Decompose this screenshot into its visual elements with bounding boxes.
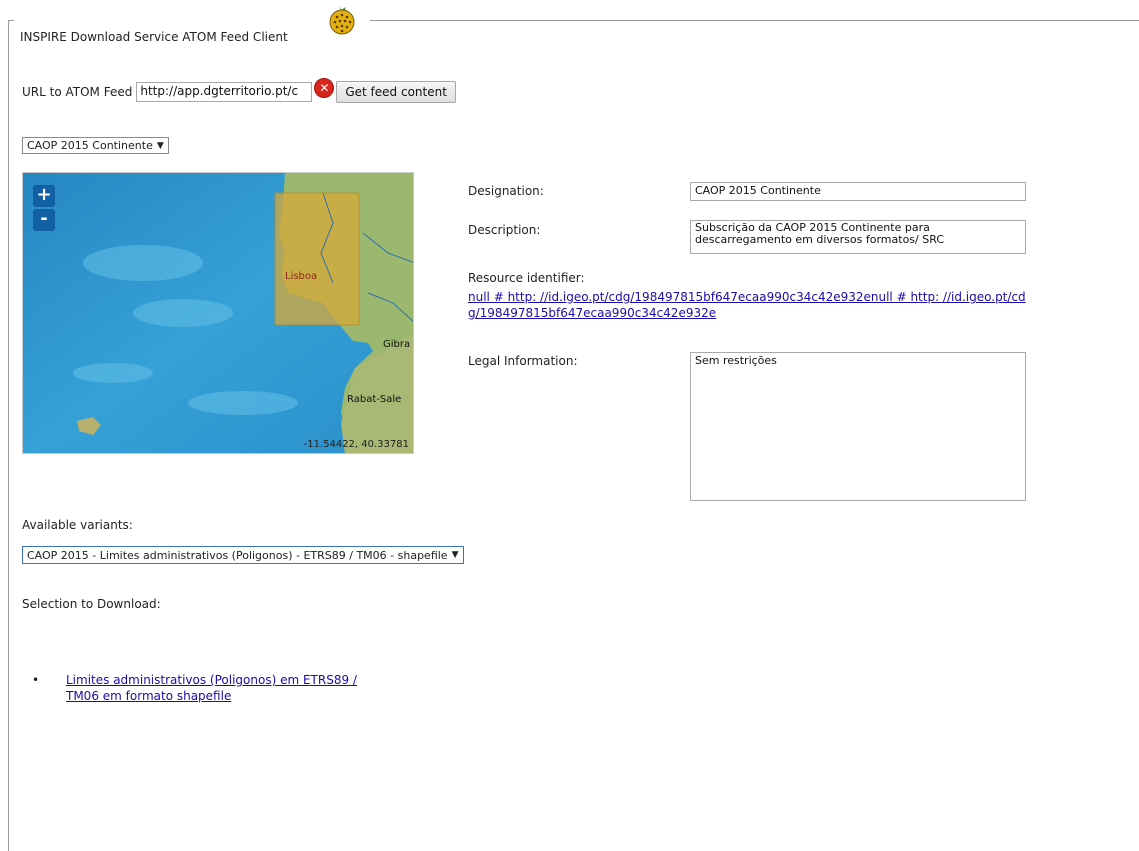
clear-x-icon[interactable]: ✕ (314, 78, 335, 98)
resource-identifier-label: Resource identifier: (468, 271, 585, 285)
dropdown-arrow-icon: ▼ (156, 140, 164, 151)
zoom-out-button[interactable]: - (33, 209, 55, 231)
dropdown-arrow-icon: ▼ (451, 550, 459, 560)
dataset-select[interactable]: CAOP 2015 Continente ▼ (22, 137, 169, 154)
description-field[interactable]: Subscrição da CAOP 2015 Continente para … (690, 220, 1026, 254)
designation-label: Designation: (468, 184, 544, 198)
designation-field[interactable]: CAOP 2015 Continente (690, 182, 1026, 201)
map-label-gibra: Gibra (383, 339, 411, 350)
map-label-rabat: Rabat-Sale (347, 394, 402, 405)
get-feed-content-button[interactable]: Get feed content (336, 81, 456, 103)
globe-logo-icon (329, 6, 355, 35)
page-title: INSPIRE Download Service ATOM Feed Clien… (18, 30, 292, 44)
zoom-controls: + - (33, 185, 57, 233)
download-link[interactable]: Limites administrativos (Poligonos) em E… (48, 672, 386, 704)
available-variants-label: Available variants: (22, 518, 133, 532)
map-viewer[interactable]: + - Lisboa Gibra Rabat-Sale -11.54422, 4… (22, 172, 414, 454)
variant-select-value: CAOP 2015 - Limites administrativos (Pol… (27, 548, 448, 562)
url-label: URL to ATOM Feed (22, 85, 133, 99)
zoom-in-button[interactable]: + (33, 185, 55, 207)
list-item: Limites administrativos (Poligonos) em E… (32, 672, 386, 704)
map-label-lisboa: Lisboa (285, 271, 318, 282)
download-list: Limites administrativos (Poligonos) em E… (32, 672, 386, 704)
map-canvas (23, 173, 413, 453)
dataset-select-value: CAOP 2015 Continente (27, 139, 153, 152)
resource-identifier-link[interactable]: null # http: //id.igeo.pt/cdg/198497815b… (468, 289, 1028, 321)
description-label: Description: (468, 223, 541, 237)
url-input[interactable]: http://app.dgterritorio.pt/c (136, 82, 313, 102)
legal-information-label: Legal Information: (468, 354, 578, 368)
url-row: URL to ATOM Feed http://app.dgterritorio… (22, 78, 456, 104)
variant-select[interactable]: CAOP 2015 - Limites administrativos (Pol… (22, 546, 464, 564)
legal-information-field[interactable]: Sem restrições (690, 352, 1026, 501)
selection-to-download-label: Selection to Download: (22, 597, 161, 611)
map-coordinates: -11.54422, 40.33781 (303, 439, 409, 450)
